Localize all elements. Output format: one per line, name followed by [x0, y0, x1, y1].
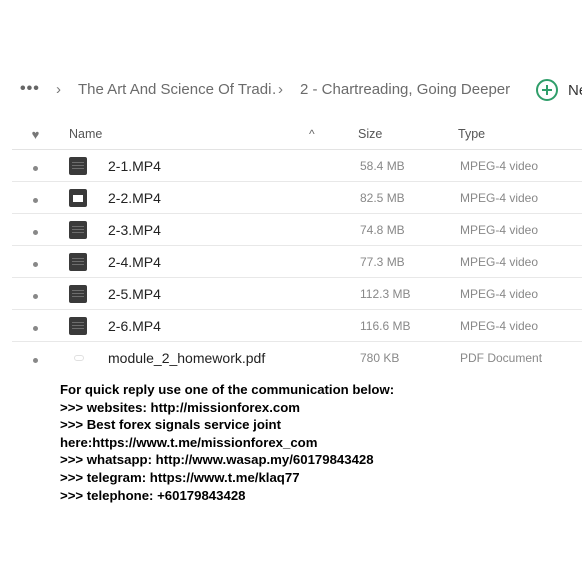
breadcrumb-item-course[interactable]: The Art And Science Of Tradi… [78, 81, 278, 98]
more-icon[interactable]: ••• [20, 80, 56, 98]
contact-line: >>> telephone: +60179843428 [60, 487, 246, 503]
video-file-icon [69, 156, 87, 175]
file-name[interactable]: 2-2.MP4 [108, 190, 360, 206]
contact-line: >>> whatsapp: http://www.wasap.my/601798… [60, 452, 374, 468]
favorite-dot-icon[interactable] [33, 197, 38, 203]
chevron-right-icon: › [278, 80, 283, 98]
sort-ascending-icon[interactable]: ^ [309, 127, 358, 141]
file-name[interactable]: 2-1.MP4 [108, 158, 360, 174]
new-button-label: Ne [568, 81, 582, 99]
favorite-dot-icon[interactable] [33, 325, 38, 331]
file-name[interactable]: module_2_homework.pdf [108, 350, 360, 366]
contact-line: here:https://www.t.me/missionforex_com [60, 434, 318, 450]
video-file-icon [69, 252, 87, 271]
table-row[interactable]: 2-3.MP4 74.8 MB MPEG-4 video [12, 214, 582, 246]
file-name[interactable]: 2-3.MP4 [108, 222, 360, 238]
chevron-right-icon: › [56, 80, 61, 98]
file-size: 74.8 MB [360, 222, 405, 237]
file-type: MPEG-4 video [460, 222, 539, 237]
heart-icon[interactable]: ♥ [32, 127, 40, 142]
file-name[interactable]: 2-6.MP4 [108, 318, 360, 334]
plus-circle-icon [536, 79, 558, 101]
favorite-dot-icon[interactable] [33, 261, 38, 267]
file-name[interactable]: 2-4.MP4 [108, 254, 360, 270]
file-type: MPEG-4 video [460, 158, 539, 173]
column-header-type[interactable]: Type [458, 127, 580, 141]
breadcrumb: ••• › The Art And Science Of Tradi… › 2 … [20, 74, 582, 104]
column-header-name[interactable]: Name [59, 127, 309, 141]
file-size: 82.5 MB [360, 190, 405, 205]
favorite-dot-icon[interactable] [33, 229, 38, 235]
favorite-dot-icon[interactable] [33, 165, 38, 171]
table-row[interactable]: 2-2.MP4 82.5 MB MPEG-4 video [12, 182, 582, 214]
file-type: PDF Document [460, 350, 543, 365]
contact-line: >>> Best forex signals service joint [60, 417, 281, 433]
favorite-dot-icon[interactable] [33, 357, 38, 363]
file-size: 116.6 MB [360, 318, 411, 333]
table-row[interactable]: 2-6.MP4 116.6 MB MPEG-4 video [12, 310, 582, 342]
contact-info-overlay: For quick reply use one of the communica… [60, 381, 580, 504]
contact-line: For quick reply use one of the communica… [60, 382, 395, 397]
breadcrumb-item-current-folder[interactable]: 2 - Chartreading, Going Deeper [300, 81, 510, 98]
pdf-file-icon [74, 354, 84, 361]
contact-line: >>> telegram: https://www.t.me/klaq77 [60, 469, 300, 485]
file-size: 780 KB [360, 350, 400, 365]
column-header-size[interactable]: Size [358, 127, 458, 141]
video-file-icon [69, 316, 87, 335]
file-size: 112.3 MB [360, 286, 411, 301]
favorite-dot-icon[interactable] [33, 293, 38, 299]
video-file-icon [69, 284, 87, 303]
file-type: MPEG-4 video [460, 318, 539, 333]
new-button[interactable]: Ne [536, 79, 582, 101]
file-type: MPEG-4 video [460, 190, 539, 205]
table-row[interactable]: 2-5.MP4 112.3 MB MPEG-4 video [12, 278, 582, 310]
table-row[interactable]: module_2_homework.pdf 780 KB PDF Documen… [12, 342, 582, 373]
table-header: ♥ Name ^ Size Type [12, 119, 582, 150]
video-file-icon [69, 220, 87, 239]
video-file-icon [69, 188, 87, 207]
table-row[interactable]: 2-4.MP4 77.3 MB MPEG-4 video [12, 246, 582, 278]
file-name[interactable]: 2-5.MP4 [108, 286, 360, 302]
table-row[interactable]: 2-1.MP4 58.4 MB MPEG-4 video [12, 150, 582, 182]
file-type: MPEG-4 video [460, 286, 539, 301]
file-table: ♥ Name ^ Size Type 2-1.MP4 58.4 MB MPEG-… [12, 119, 582, 373]
file-size: 77.3 MB [360, 254, 405, 269]
contact-line: >>> websites: http://missionforex.com [60, 399, 301, 415]
file-size: 58.4 MB [360, 158, 405, 173]
file-type: MPEG-4 video [460, 254, 539, 269]
